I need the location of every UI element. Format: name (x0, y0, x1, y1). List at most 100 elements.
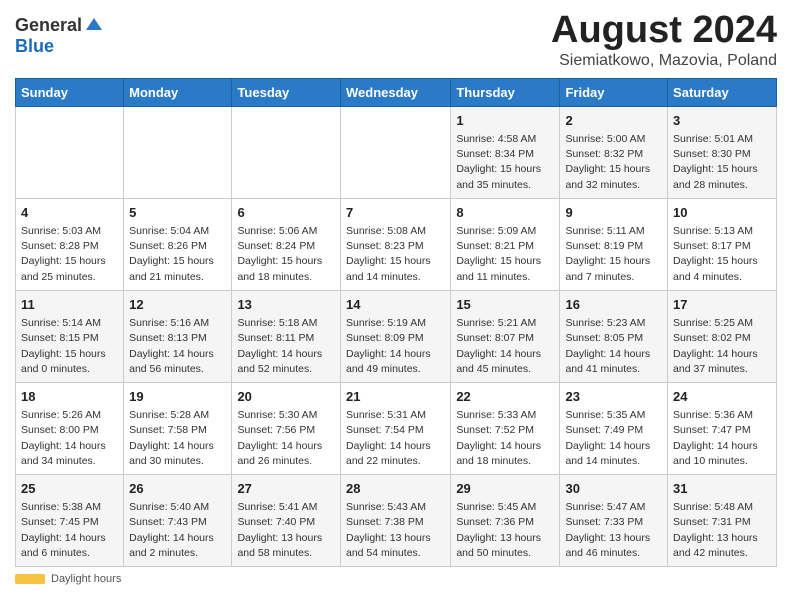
day-number: 30 (565, 480, 662, 498)
month-title: August 2024 (551, 10, 777, 52)
day-info: Sunrise: 5:48 AM Sunset: 7:31 PM Dayligh… (673, 500, 771, 561)
day-number: 7 (346, 204, 445, 222)
day-info: Sunrise: 5:21 AM Sunset: 8:07 PM Dayligh… (456, 316, 554, 377)
day-number: 25 (21, 480, 118, 498)
title-area: August 2024 Siemiatkowo, Mazovia, Poland (551, 10, 777, 70)
day-cell: 13 Sunrise: 5:18 AM Sunset: 8:11 PM Dayli… (232, 290, 341, 382)
day-cell: 20 Sunrise: 5:30 AM Sunset: 7:56 PM Dayli… (232, 382, 341, 474)
day-number: 14 (346, 296, 445, 314)
day-cell: 22Sunrise: 5:33 AM Sunset: 7:52 PM Dayli… (451, 382, 560, 474)
day-info: Sunrise: 5:03 AM Sunset: 8:28 PM Dayligh… (21, 224, 118, 285)
header-row: SundayMondayTuesdayWednesdayThursdayFrid… (16, 78, 777, 106)
day-cell: 28Sunrise: 5:43 AM Sunset: 7:38 PM Dayli… (340, 475, 450, 567)
day-number: 9 (565, 204, 662, 222)
week-row: 4 Sunrise: 5:03 AM Sunset: 8:28 PM Daylig… (16, 198, 777, 290)
day-cell: 4 Sunrise: 5:03 AM Sunset: 8:28 PM Daylig… (16, 198, 124, 290)
day-number: 15 (456, 296, 554, 314)
day-info: Sunrise: 5:30 AM Sunset: 7:56 PM Dayligh… (237, 408, 335, 469)
day-info: Sunrise: 5:16 AM Sunset: 8:13 PM Dayligh… (129, 316, 226, 377)
header-cell-friday: Friday (560, 78, 668, 106)
calendar-table: SundayMondayTuesdayWednesdayThursdayFrid… (15, 78, 777, 567)
day-cell: 14Sunrise: 5:19 AM Sunset: 8:09 PM Dayli… (340, 290, 450, 382)
day-cell: 27 Sunrise: 5:41 AM Sunset: 7:40 PM Dayli… (232, 475, 341, 567)
day-cell (16, 106, 124, 198)
day-number: 4 (21, 204, 118, 222)
day-info: Sunrise: 5:23 AM Sunset: 8:05 PM Dayligh… (565, 316, 662, 377)
day-cell: 17 Sunrise: 5:25 AM Sunset: 8:02 PM Dayli… (668, 290, 777, 382)
daylight-bar-icon (15, 574, 45, 584)
day-number: 6 (237, 204, 335, 222)
day-cell: 12Sunrise: 5:16 AM Sunset: 8:13 PM Dayli… (124, 290, 232, 382)
calendar-header: SundayMondayTuesdayWednesdayThursdayFrid… (16, 78, 777, 106)
day-info: Sunrise: 5:09 AM Sunset: 8:21 PM Dayligh… (456, 224, 554, 285)
day-cell (340, 106, 450, 198)
day-number: 11 (21, 296, 118, 314)
day-info: Sunrise: 5:35 AM Sunset: 7:49 PM Dayligh… (565, 408, 662, 469)
day-cell: 23 Sunrise: 5:35 AM Sunset: 7:49 PM Dayli… (560, 382, 668, 474)
day-cell: 26Sunrise: 5:40 AM Sunset: 7:43 PM Dayli… (124, 475, 232, 567)
week-row: 1 Sunrise: 4:58 AM Sunset: 8:34 PM Daylig… (16, 106, 777, 198)
day-number: 28 (346, 480, 445, 498)
day-cell: 11Sunrise: 5:14 AM Sunset: 8:15 PM Dayli… (16, 290, 124, 382)
day-cell: 10 Sunrise: 5:13 AM Sunset: 8:17 PM Dayli… (668, 198, 777, 290)
logo: General Blue (15, 10, 104, 57)
week-row: 18Sunrise: 5:26 AM Sunset: 8:00 PM Dayli… (16, 382, 777, 474)
day-cell: 19 Sunrise: 5:28 AM Sunset: 7:58 PM Dayli… (124, 382, 232, 474)
day-number: 24 (673, 388, 771, 406)
calendar-body: 1 Sunrise: 4:58 AM Sunset: 8:34 PM Daylig… (16, 106, 777, 566)
day-number: 2 (565, 112, 662, 130)
day-number: 1 (456, 112, 554, 130)
header-cell-sunday: Sunday (16, 78, 124, 106)
day-info: Sunrise: 5:38 AM Sunset: 7:45 PM Dayligh… (21, 500, 118, 561)
day-info: Sunrise: 5:28 AM Sunset: 7:58 PM Dayligh… (129, 408, 226, 469)
day-number: 21 (346, 388, 445, 406)
day-number: 19 (129, 388, 226, 406)
day-number: 3 (673, 112, 771, 130)
day-cell: 3 Sunrise: 5:01 AM Sunset: 8:30 PM Daylig… (668, 106, 777, 198)
day-info: Sunrise: 5:31 AM Sunset: 7:54 PM Dayligh… (346, 408, 445, 469)
day-info: Sunrise: 5:11 AM Sunset: 8:19 PM Dayligh… (565, 224, 662, 285)
day-number: 31 (673, 480, 771, 498)
day-cell: 16 Sunrise: 5:23 AM Sunset: 8:05 PM Dayli… (560, 290, 668, 382)
day-cell: 29 Sunrise: 5:45 AM Sunset: 7:36 PM Dayli… (451, 475, 560, 567)
day-number: 17 (673, 296, 771, 314)
day-cell: 1 Sunrise: 4:58 AM Sunset: 8:34 PM Daylig… (451, 106, 560, 198)
day-cell: 30Sunrise: 5:47 AM Sunset: 7:33 PM Dayli… (560, 475, 668, 567)
day-number: 29 (456, 480, 554, 498)
day-cell: 31 Sunrise: 5:48 AM Sunset: 7:31 PM Dayli… (668, 475, 777, 567)
day-info: Sunrise: 5:18 AM Sunset: 8:11 PM Dayligh… (237, 316, 335, 377)
day-number: 10 (673, 204, 771, 222)
day-info: Sunrise: 5:45 AM Sunset: 7:36 PM Dayligh… (456, 500, 554, 561)
logo-general-text: General (15, 15, 82, 36)
day-info: Sunrise: 5:13 AM Sunset: 8:17 PM Dayligh… (673, 224, 771, 285)
day-cell (232, 106, 341, 198)
logo-icon (84, 16, 104, 36)
day-number: 22 (456, 388, 554, 406)
day-number: 5 (129, 204, 226, 222)
day-number: 13 (237, 296, 335, 314)
day-info: Sunrise: 5:26 AM Sunset: 8:00 PM Dayligh… (21, 408, 118, 469)
day-info: Sunrise: 5:08 AM Sunset: 8:23 PM Dayligh… (346, 224, 445, 285)
header-cell-thursday: Thursday (451, 78, 560, 106)
week-row: 25 Sunrise: 5:38 AM Sunset: 7:45 PM Dayli… (16, 475, 777, 567)
week-row: 11Sunrise: 5:14 AM Sunset: 8:15 PM Dayli… (16, 290, 777, 382)
day-cell: 25 Sunrise: 5:38 AM Sunset: 7:45 PM Dayli… (16, 475, 124, 567)
day-info: Sunrise: 5:00 AM Sunset: 8:32 PM Dayligh… (565, 132, 662, 193)
day-info: Sunrise: 5:01 AM Sunset: 8:30 PM Dayligh… (673, 132, 771, 193)
day-info: Sunrise: 5:41 AM Sunset: 7:40 PM Dayligh… (237, 500, 335, 561)
header-cell-tuesday: Tuesday (232, 78, 341, 106)
day-cell: 2 Sunrise: 5:00 AM Sunset: 8:32 PM Daylig… (560, 106, 668, 198)
day-number: 26 (129, 480, 226, 498)
day-info: Sunrise: 4:58 AM Sunset: 8:34 PM Dayligh… (456, 132, 554, 193)
day-number: 8 (456, 204, 554, 222)
day-info: Sunrise: 5:36 AM Sunset: 7:47 PM Dayligh… (673, 408, 771, 469)
logo-blue-text: Blue (15, 36, 54, 57)
day-number: 23 (565, 388, 662, 406)
day-number: 20 (237, 388, 335, 406)
header: General Blue August 2024 Siemiatkowo, Ma… (15, 10, 777, 70)
day-number: 16 (565, 296, 662, 314)
location-title: Siemiatkowo, Mazovia, Poland (551, 52, 777, 70)
day-number: 27 (237, 480, 335, 498)
day-info: Sunrise: 5:25 AM Sunset: 8:02 PM Dayligh… (673, 316, 771, 377)
day-cell: 24 Sunrise: 5:36 AM Sunset: 7:47 PM Dayli… (668, 382, 777, 474)
